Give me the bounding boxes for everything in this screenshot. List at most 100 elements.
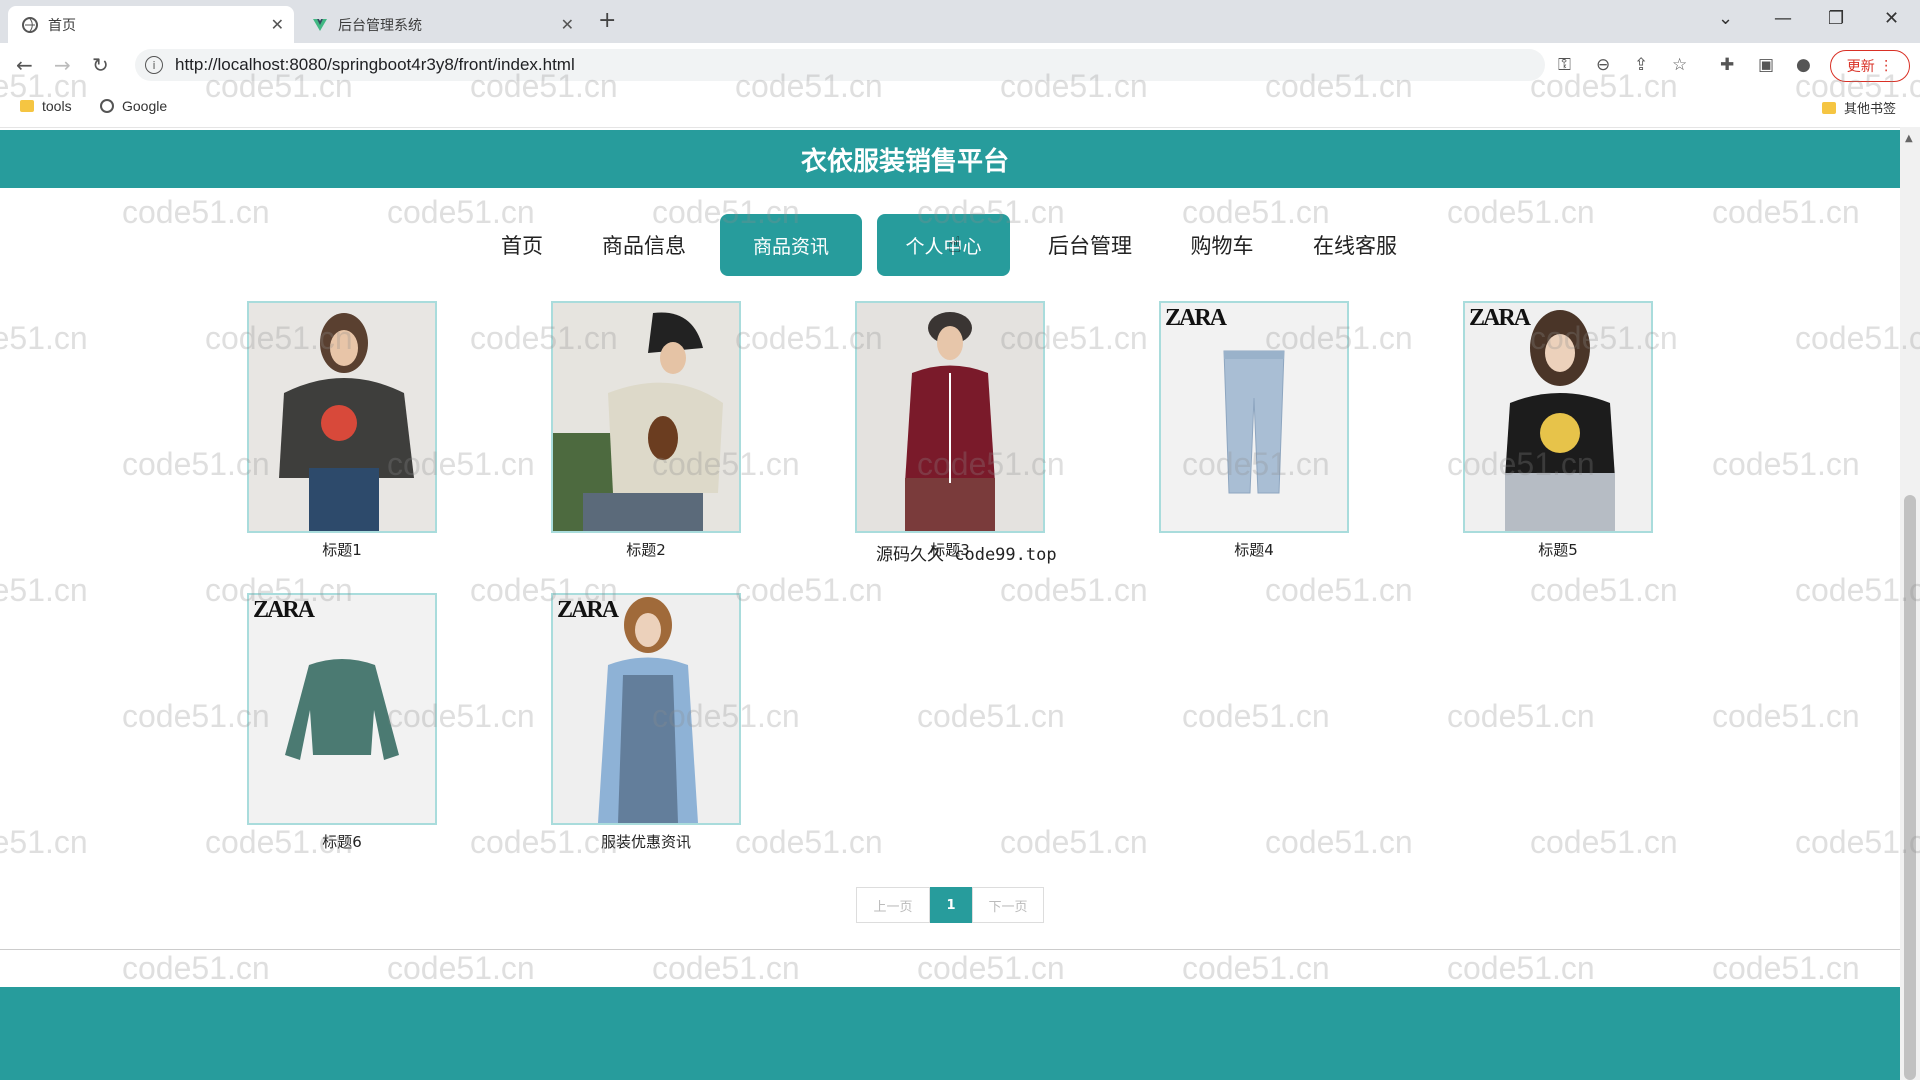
hand-cursor-icon: ☝ (948, 233, 962, 258)
update-button[interactable]: 更新 ⋮ (1830, 50, 1910, 82)
page-1-button[interactable]: 1 (930, 887, 972, 923)
watermark-text: code51.cn (1447, 950, 1595, 986)
product-image[interactable]: ZARA (551, 593, 741, 825)
watermark-text: code51.cn (917, 950, 1065, 986)
next-page-button[interactable]: 下一页 (972, 887, 1044, 923)
nav-admin[interactable]: 后台管理 (1040, 214, 1140, 276)
product-caption[interactable]: 标题6 (247, 831, 437, 852)
scrollbar-thumb[interactable] (1904, 495, 1916, 1080)
restore-icon[interactable]: ❐ (1828, 8, 1844, 29)
profile-icon[interactable]: ● (1796, 55, 1811, 75)
folder-icon (20, 100, 34, 112)
sidepanel-icon[interactable]: ▣ (1758, 55, 1774, 75)
watermark-text: code51.cn (1265, 824, 1413, 860)
tab-home[interactable]: 首页 ✕ (8, 6, 294, 43)
address-bar[interactable]: i http://localhost:8080/springboot4r3y8/… (135, 49, 1545, 81)
vue-icon (312, 17, 328, 33)
watermark-text: code51.cn (1712, 698, 1860, 734)
key-icon[interactable]: ⚿ (1558, 55, 1571, 75)
product-card[interactable]: 标题2 (551, 301, 741, 560)
zara-logo: ZARA (557, 597, 619, 623)
bookmark-label: tools (42, 98, 72, 114)
bookmarks-bar: tools Google 其他书签 (0, 87, 1920, 128)
other-bookmarks-label: 其他书签 (1844, 101, 1897, 116)
back-icon[interactable]: ← (16, 53, 33, 77)
tab-admin[interactable]: 后台管理系统 ✕ (298, 6, 584, 43)
new-tab-button[interactable]: + (598, 8, 616, 33)
nav-home[interactable]: 首页 (490, 214, 554, 276)
other-bookmarks[interactable]: 其他书签 (1822, 98, 1896, 117)
bookmark-label: Google (122, 98, 168, 114)
product-card[interactable]: 标题3 (855, 301, 1045, 560)
product-image[interactable]: ZARA (1463, 301, 1653, 533)
product-image[interactable]: ZARA (247, 593, 437, 825)
watermark-text: code51.cn (1182, 950, 1330, 986)
browser-tabstrip: 首页 ✕ 后台管理系统 ✕ + ⌄ — ❐ ✕ (0, 0, 1920, 43)
product-card[interactable]: 标题1 (247, 301, 437, 560)
watermark-text: code51.cn (1447, 698, 1595, 734)
share-icon[interactable]: ⇪ (1634, 55, 1648, 75)
watermark-text: code51.cn (1712, 950, 1860, 986)
zara-logo: ZARA (253, 597, 315, 623)
site-footer (0, 987, 1900, 1080)
star-icon[interactable]: ☆ (1672, 55, 1687, 75)
bookmark-google[interactable]: Google (100, 98, 167, 114)
tab-title: 后台管理系统 (338, 17, 422, 34)
watermark-text: code51.cn (1712, 446, 1860, 482)
watermark-text: code51.cn (1530, 824, 1678, 860)
site-title: 衣依服装销售平台 (800, 146, 1009, 177)
product-card[interactable]: ZARA 标题4 (1159, 301, 1349, 560)
tab-search-icon[interactable]: ⌄ (1718, 8, 1733, 29)
nav-cart[interactable]: 购物车 (1182, 214, 1262, 276)
divider (0, 949, 1900, 950)
watermark-text: code51.cn (0, 824, 88, 860)
site-header: 衣依服装销售平台 (0, 130, 1900, 188)
product-caption[interactable]: 标题1 (247, 539, 437, 560)
watermark-text: code51.cn (1000, 572, 1148, 608)
zoom-icon[interactable]: ⊖ (1596, 55, 1610, 75)
nav-products[interactable]: 商品信息 (594, 214, 694, 276)
bookmark-tools[interactable]: tools (20, 98, 72, 114)
globe-icon (22, 16, 38, 33)
product-image[interactable] (551, 301, 741, 533)
globe-icon (100, 99, 114, 113)
watermark-text: code51.cn (122, 950, 270, 986)
watermark-text: code51.cn (1530, 572, 1678, 608)
zara-logo: ZARA (1165, 305, 1227, 331)
product-image[interactable] (247, 301, 437, 533)
watermark-text: code51.cn (0, 320, 88, 356)
close-tab-icon[interactable]: ✕ (561, 15, 574, 34)
reload-icon[interactable]: ↻ (92, 53, 109, 77)
minimize-icon[interactable]: — (1774, 8, 1792, 29)
watermark-text: code51.cn (1265, 572, 1413, 608)
nav-service[interactable]: 在线客服 (1305, 214, 1405, 276)
url-text[interactable]: http://localhost:8080/springboot4r3y8/fr… (175, 55, 575, 75)
close-window-icon[interactable]: ✕ (1884, 8, 1899, 29)
update-label: 更新 (1846, 59, 1875, 75)
product-caption[interactable]: 服装优惠资讯 (551, 831, 741, 852)
watermark-text: code51.cn (652, 950, 800, 986)
pagination: 上一页 1 下一页 (856, 887, 1044, 923)
product-caption[interactable]: 标题2 (551, 539, 741, 560)
product-card[interactable]: ZARA 标题6 (247, 593, 437, 852)
site-info-icon[interactable]: i (145, 56, 163, 74)
prev-page-button[interactable]: 上一页 (856, 887, 930, 923)
watermark-text: code51.cn (0, 572, 88, 608)
tab-title: 首页 (48, 17, 76, 34)
scroll-up-icon[interactable]: ▲ (1905, 133, 1913, 144)
product-card[interactable]: ZARA 服装优惠资讯 (551, 593, 741, 852)
nav-news[interactable]: 商品资讯 (720, 214, 862, 276)
product-image[interactable] (855, 301, 1045, 533)
overlay-watermark-text: 源码久久 code99.top (876, 545, 1057, 565)
product-caption[interactable]: 标题4 (1159, 539, 1349, 560)
forward-icon[interactable]: → (54, 53, 71, 77)
watermark-text: code51.cn (735, 824, 883, 860)
product-image[interactable]: ZARA (1159, 301, 1349, 533)
browser-toolbar: ← → ↻ i http://localhost:8080/springboot… (0, 43, 1920, 87)
nav-profile[interactable]: 个人中心 (877, 214, 1010, 276)
watermark-text: code51.cn (917, 698, 1065, 734)
close-tab-icon[interactable]: ✕ (271, 15, 284, 34)
extensions-icon[interactable]: ✚ (1720, 55, 1734, 75)
product-caption[interactable]: 标题5 (1463, 539, 1653, 560)
product-card[interactable]: ZARA 标题5 (1463, 301, 1653, 560)
